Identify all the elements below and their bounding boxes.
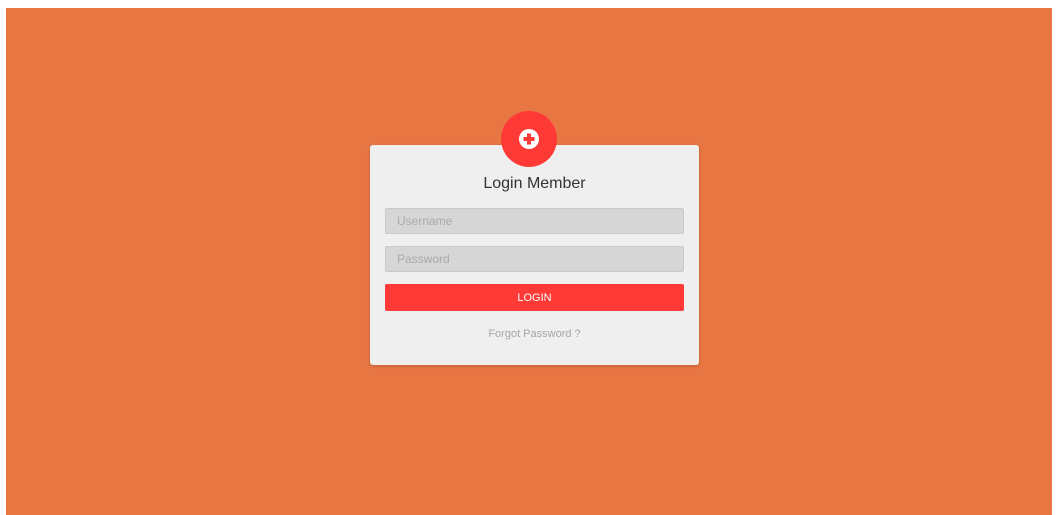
login-title: Login Member bbox=[483, 175, 586, 192]
login-button[interactable]: LOGIN bbox=[385, 284, 684, 311]
plus-circle-icon bbox=[519, 129, 539, 149]
logo-badge bbox=[501, 111, 557, 167]
password-input[interactable] bbox=[385, 246, 684, 272]
forgot-password-link[interactable]: Forgot Password ? bbox=[370, 328, 699, 340]
username-input[interactable] bbox=[385, 208, 684, 234]
